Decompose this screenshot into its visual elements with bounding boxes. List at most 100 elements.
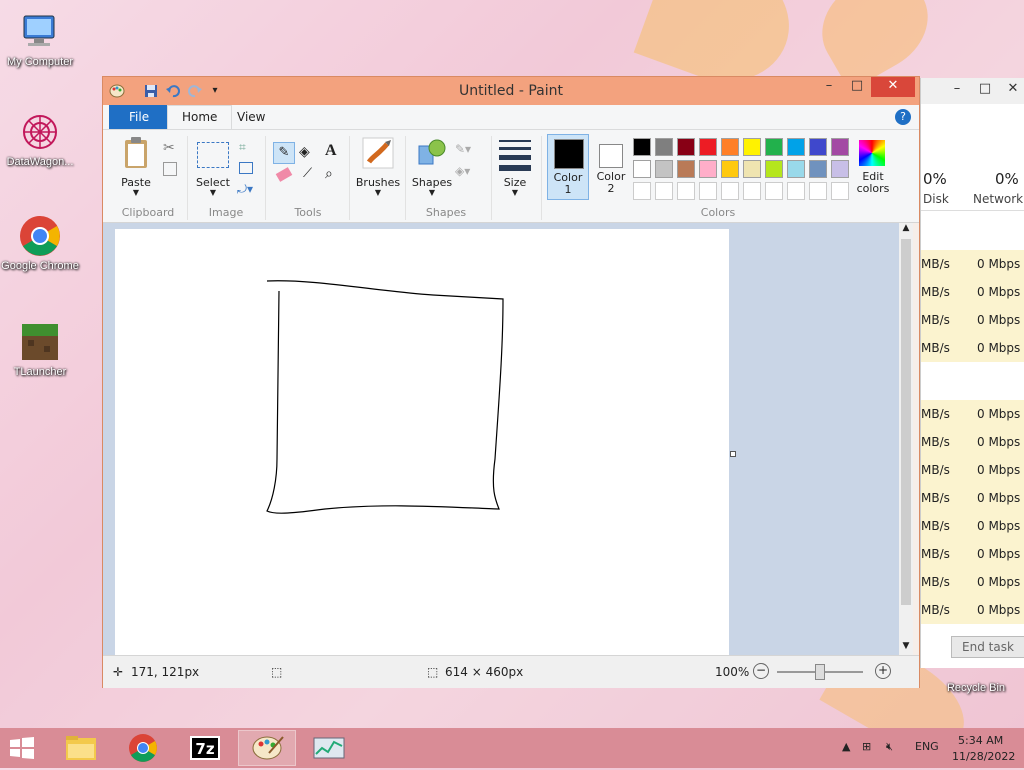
- palette-swatch[interactable]: [677, 160, 695, 178]
- palette-swatch[interactable]: [633, 160, 651, 178]
- scroll-down-arrow[interactable]: ▼: [899, 641, 913, 655]
- size-button[interactable]: Size ▼: [495, 136, 535, 197]
- palette-swatch[interactable]: [721, 138, 739, 156]
- palette-swatch[interactable]: [831, 160, 849, 178]
- table-row[interactable]: MB/s 0 Mbps: [921, 306, 1024, 334]
- palette-swatch[interactable]: [655, 160, 673, 178]
- color1-button[interactable]: Color 1: [547, 134, 589, 200]
- vertical-scrollbar[interactable]: ▲ ▼: [899, 223, 913, 655]
- taskbar-file-explorer[interactable]: [52, 730, 110, 766]
- close-button[interactable]: ✕: [871, 77, 915, 97]
- custom-color-slot[interactable]: [721, 182, 739, 200]
- table-row[interactable]: MB/s 0 Mbps: [921, 512, 1024, 540]
- palette-swatch[interactable]: [655, 138, 673, 156]
- table-row[interactable]: MB/s 0 Mbps: [921, 400, 1024, 428]
- copy-icon[interactable]: [163, 162, 177, 176]
- color-picker-icon[interactable]: ⟋: [303, 166, 312, 181]
- maximize-button[interactable]: □: [843, 77, 871, 97]
- palette-swatch[interactable]: [765, 160, 783, 178]
- custom-color-slot[interactable]: [743, 182, 761, 200]
- clock-time[interactable]: 5:34 AM: [958, 734, 1003, 747]
- table-row[interactable]: MB/s 0 Mbps: [921, 278, 1024, 306]
- color2-button[interactable]: Color 2: [591, 134, 631, 200]
- resize-icon[interactable]: [239, 162, 253, 174]
- select-button[interactable]: Select ▼: [193, 136, 233, 197]
- palette-swatch[interactable]: [787, 160, 805, 178]
- disk-column-header[interactable]: Disk: [923, 192, 949, 206]
- help-icon[interactable]: ?: [895, 109, 911, 125]
- scroll-up-arrow[interactable]: ▲: [899, 223, 913, 237]
- desktop-icon-tlauncher[interactable]: TLauncher: [0, 320, 80, 378]
- pencil-tool-icon[interactable]: ✎: [273, 142, 295, 164]
- custom-color-slot[interactable]: [633, 182, 651, 200]
- table-row[interactable]: MB/s 0 Mbps: [921, 250, 1024, 278]
- minimize-button[interactable]: –: [815, 77, 843, 97]
- network-column-header[interactable]: Network: [973, 192, 1023, 206]
- zoom-in-icon[interactable]: +: [875, 663, 891, 679]
- custom-color-slot[interactable]: [831, 182, 849, 200]
- custom-color-slot[interactable]: [655, 182, 673, 200]
- fill-icon[interactable]: ◈▾: [455, 164, 470, 178]
- palette-swatch[interactable]: [633, 138, 651, 156]
- palette-swatch[interactable]: [809, 160, 827, 178]
- volume-muted-icon[interactable]: 🔇︎: [886, 740, 893, 754]
- custom-color-slot[interactable]: [809, 182, 827, 200]
- crop-icon[interactable]: ⌗: [239, 140, 246, 155]
- table-row[interactable]: MB/s 0 Mbps: [921, 456, 1024, 484]
- palette-swatch[interactable]: [677, 138, 695, 156]
- palette-swatch[interactable]: [809, 138, 827, 156]
- palette-swatch[interactable]: [743, 160, 761, 178]
- table-row[interactable]: MB/s 0 Mbps: [921, 428, 1024, 456]
- table-row[interactable]: MB/s 0 Mbps: [921, 334, 1024, 362]
- palette-swatch[interactable]: [787, 138, 805, 156]
- rotate-icon[interactable]: ⤾▾: [237, 182, 253, 197]
- network-icon[interactable]: ⊞: [862, 740, 871, 753]
- palette-swatch[interactable]: [699, 160, 717, 178]
- fill-tool-icon[interactable]: ◈: [299, 144, 310, 160]
- canvas-resize-handle[interactable]: [730, 451, 736, 457]
- edit-colors-button[interactable]: Edit colors: [853, 138, 893, 198]
- table-row[interactable]: MB/s 0 Mbps: [921, 596, 1024, 624]
- desktop-icon-recycle-bin[interactable]: Recycle Bin: [936, 682, 1016, 694]
- drawing-canvas[interactable]: [115, 229, 729, 655]
- clock-date[interactable]: 11/28/2022: [952, 750, 1015, 763]
- custom-color-slot[interactable]: [699, 182, 717, 200]
- palette-swatch[interactable]: [831, 138, 849, 156]
- end-task-button[interactable]: End task: [951, 636, 1024, 658]
- show-hidden-icons-icon[interactable]: ▲: [842, 740, 850, 753]
- desktop-icon-my-computer[interactable]: My Computer: [0, 10, 80, 68]
- scroll-thumb[interactable]: [901, 239, 911, 605]
- brushes-button[interactable]: Brushes ▼: [355, 136, 401, 197]
- taskbar-chrome[interactable]: [114, 730, 172, 766]
- outline-icon[interactable]: ✎▾: [455, 142, 471, 156]
- taskbar-task-manager[interactable]: [300, 730, 358, 766]
- palette-swatch[interactable]: [743, 138, 761, 156]
- palette-swatch[interactable]: [699, 138, 717, 156]
- eraser-tool-icon[interactable]: [275, 167, 293, 182]
- tab-view[interactable]: View: [223, 105, 279, 129]
- language-indicator[interactable]: ENG: [915, 740, 939, 753]
- cut-icon[interactable]: ✂: [163, 140, 175, 156]
- paste-button[interactable]: Paste ▼: [115, 136, 157, 197]
- custom-color-slot[interactable]: [787, 182, 805, 200]
- palette-swatch[interactable]: [765, 138, 783, 156]
- custom-color-slot[interactable]: [765, 182, 783, 200]
- minimize-button[interactable]: –: [943, 80, 971, 100]
- desktop-icon-google-chrome[interactable]: Google Chrome: [0, 214, 80, 272]
- taskbar-paint[interactable]: [238, 730, 296, 766]
- table-row[interactable]: MB/s 0 Mbps: [921, 484, 1024, 512]
- custom-color-slot[interactable]: [677, 182, 695, 200]
- magnifier-icon[interactable]: ⌕: [325, 166, 333, 182]
- table-row[interactable]: MB/s 0 Mbps: [921, 540, 1024, 568]
- tab-file[interactable]: File: [109, 105, 170, 129]
- zoom-out-icon[interactable]: −: [753, 663, 769, 679]
- desktop-icon-datawagon[interactable]: DataWagon...: [0, 110, 80, 168]
- start-button[interactable]: [8, 736, 36, 760]
- close-button[interactable]: ✕: [999, 80, 1024, 100]
- shapes-button[interactable]: Shapes ▼: [409, 136, 455, 197]
- text-tool-icon[interactable]: A: [325, 142, 337, 160]
- zoom-slider-thumb[interactable]: [815, 664, 825, 680]
- maximize-button[interactable]: □: [971, 80, 999, 100]
- palette-swatch[interactable]: [721, 160, 739, 178]
- table-row[interactable]: MB/s 0 Mbps: [921, 568, 1024, 596]
